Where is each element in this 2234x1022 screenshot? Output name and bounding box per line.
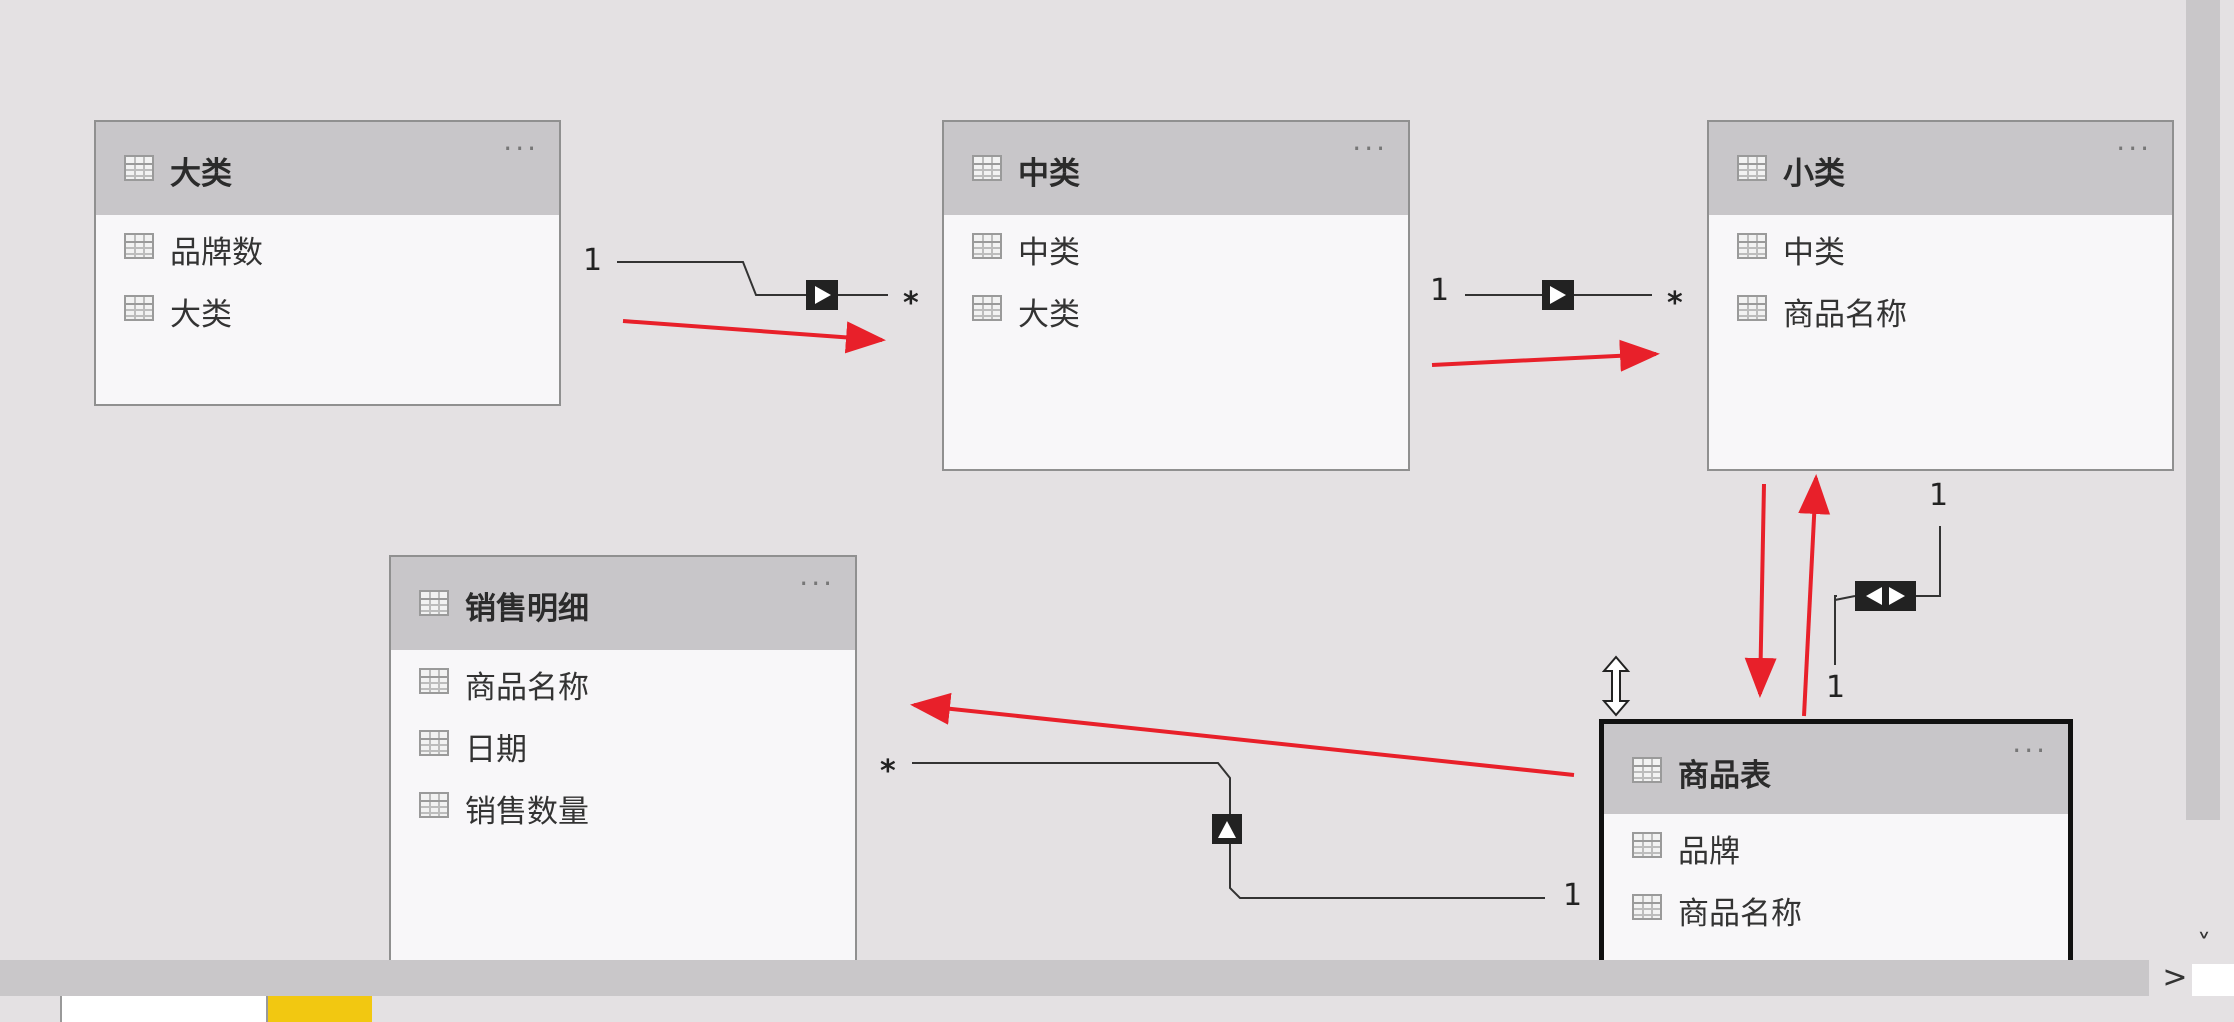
field-label: 商品名称 <box>1783 297 1907 333</box>
field-row[interactable]: 品牌 <box>1604 816 2068 878</box>
annotation-arrow <box>1431 339 1660 372</box>
field-row[interactable]: 品牌数 <box>96 217 559 279</box>
table-icon <box>419 590 449 616</box>
table-card-zhonglei[interactable]: 中类 ··· 中类 大类 <box>942 120 1410 471</box>
table-icon <box>972 155 1002 181</box>
field-label: 大类 <box>170 297 232 333</box>
field-label: 销售数量 <box>465 794 589 830</box>
column-icon <box>1737 295 1767 321</box>
scroll-right-button[interactable]: > <box>2160 960 2190 996</box>
more-options-button[interactable]: ··· <box>799 567 835 600</box>
field-row[interactable]: 商品名称 <box>1604 878 2068 940</box>
more-options-button[interactable]: ··· <box>503 132 539 165</box>
table-header[interactable]: 销售明细 ··· <box>391 557 855 650</box>
table-card-xiaoshou-mingxi[interactable]: 销售明细 ··· 商品名称 日期 销售数量 <box>389 555 857 975</box>
table-icon <box>1632 757 1662 783</box>
table-card-shangpin[interactable]: 商品表 ··· 品牌 商品名称 <box>1599 719 2073 979</box>
table-header[interactable]: 商品表 ··· <box>1604 724 2068 814</box>
annotation-arrow <box>910 692 1575 777</box>
field-row[interactable]: 商品名称 <box>391 652 855 714</box>
field-row[interactable]: 中类 <box>944 217 1408 279</box>
field-row[interactable]: 中类 <box>1709 217 2172 279</box>
column-icon <box>124 233 154 259</box>
table-icon <box>124 155 154 181</box>
table-title: 中类 <box>1018 156 1080 192</box>
vertical-scrollbar[interactable] <box>2186 0 2220 820</box>
column-icon <box>124 295 154 321</box>
field-label: 品牌数 <box>170 235 263 271</box>
resize-cursor-icon <box>1601 655 1631 717</box>
more-options-button[interactable]: ··· <box>1352 132 1388 165</box>
relationship-dalei-zhonglei[interactable] <box>617 261 888 310</box>
more-options-button[interactable]: ··· <box>2116 132 2152 165</box>
column-icon <box>419 668 449 694</box>
column-icon <box>419 730 449 756</box>
cardinality-one-label: 1 <box>1826 670 1846 705</box>
column-icon <box>419 792 449 818</box>
field-row[interactable]: 销售数量 <box>391 776 855 838</box>
table-title: 商品表 <box>1678 758 1771 794</box>
table-header[interactable]: 中类 ··· <box>944 122 1408 215</box>
more-options-button[interactable]: ··· <box>2012 734 2048 767</box>
relationship-zhonglei-xiaolei[interactable] <box>1465 280 1652 310</box>
table-card-dalei[interactable]: 大类 ··· 品牌数 大类 <box>94 120 561 406</box>
bidirectional-filter-icon <box>1855 581 1916 611</box>
column-icon <box>1737 233 1767 259</box>
scrollbar-corner <box>2192 964 2234 1000</box>
field-label: 品牌 <box>1678 834 1740 870</box>
field-row[interactable]: 日期 <box>391 714 855 776</box>
field-row[interactable]: 商品名称 <box>1709 279 2172 341</box>
cardinality-one-label: 1 <box>583 243 603 278</box>
table-card-xiaolei[interactable]: 小类 ··· 中类 商品名称 <box>1707 120 2174 471</box>
relationship-xiaolei-shangpin[interactable] <box>1834 526 1941 665</box>
table-header[interactable]: 大类 ··· <box>96 122 559 215</box>
annotation-arrow <box>1744 483 1777 698</box>
field-row[interactable]: 大类 <box>944 279 1408 341</box>
add-page-tab[interactable] <box>268 996 372 1022</box>
column-icon <box>972 233 1002 259</box>
annotation-arrow <box>1798 474 1831 717</box>
table-icon <box>1737 155 1767 181</box>
table-title: 小类 <box>1783 156 1845 192</box>
field-label: 中类 <box>1018 235 1080 271</box>
field-label: 中类 <box>1783 235 1845 271</box>
field-label: 商品名称 <box>1678 896 1802 932</box>
field-row[interactable]: 大类 <box>96 279 559 341</box>
relationship-shangpin-xiaoshou[interactable] <box>912 762 1545 899</box>
annotation-arrow <box>622 319 886 354</box>
column-icon <box>972 295 1002 321</box>
cardinality-one-label: 1 <box>1563 878 1583 913</box>
field-label: 商品名称 <box>465 670 589 706</box>
field-label: 日期 <box>465 732 527 768</box>
field-label: 大类 <box>1018 297 1080 333</box>
cardinality-many-label: * <box>903 286 919 321</box>
page-tab[interactable] <box>60 996 268 1022</box>
column-icon <box>1632 832 1662 858</box>
cardinality-many-label: * <box>880 754 896 789</box>
cardinality-one-label: 1 <box>1430 273 1450 308</box>
table-header[interactable]: 小类 ··· <box>1709 122 2172 215</box>
table-title: 大类 <box>170 156 232 192</box>
scroll-down-button[interactable]: ˅ <box>2190 930 2218 960</box>
horizontal-scrollbar[interactable] <box>0 960 2149 996</box>
column-icon <box>1632 894 1662 920</box>
cardinality-many-label: * <box>1667 286 1683 321</box>
table-title: 销售明细 <box>465 591 589 627</box>
cardinality-one-label: 1 <box>1929 478 1949 513</box>
